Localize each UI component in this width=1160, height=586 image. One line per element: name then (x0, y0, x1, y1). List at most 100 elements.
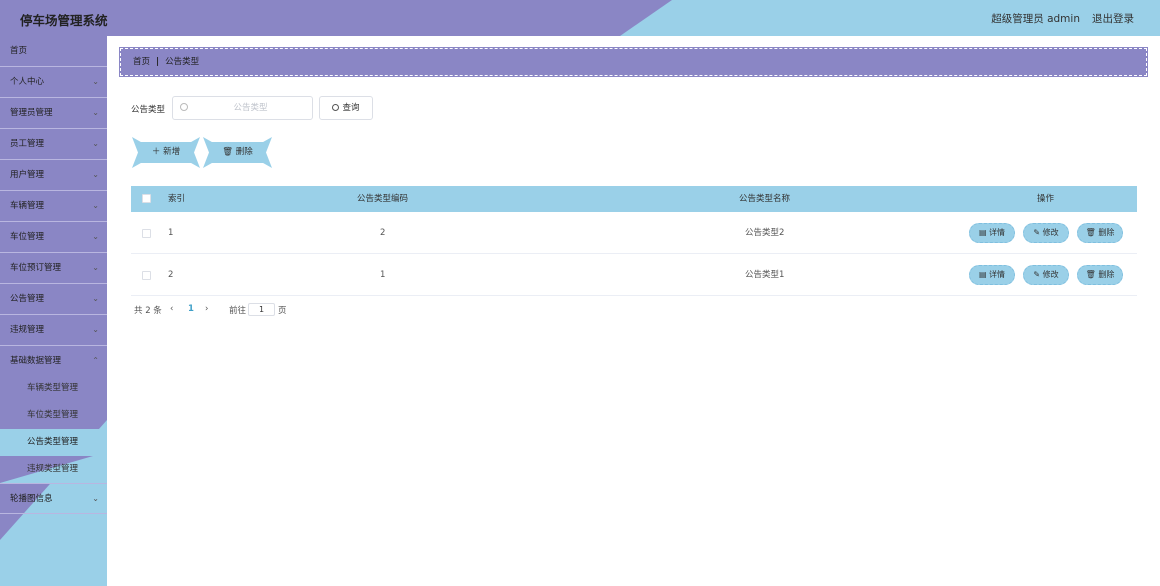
page-suffix: 页 (278, 306, 287, 316)
column-header-actions: 操作 (1037, 194, 1055, 204)
chevron-down-icon: ⌄ (92, 494, 99, 503)
cell-name: 公告类型1 (745, 270, 785, 280)
sidebar-item-label: 轮播图信息 (10, 494, 53, 504)
sidebar-item-reservations[interactable]: 车位预订管理 ⌄ (0, 253, 107, 284)
sidebar-subitem-label: 车辆类型管理 (27, 383, 79, 393)
breadcrumb-separator: | (156, 57, 160, 67)
column-header-code: 公告类型编码 (357, 194, 409, 204)
sidebar-subitem-violation-types[interactable]: 违规类型管理 (0, 456, 107, 483)
select-all-checkbox[interactable] (142, 194, 151, 203)
chevron-down-icon: ⌄ (92, 263, 99, 272)
search-label: 公告类型 (131, 105, 166, 115)
cell-code: 2 (380, 228, 386, 238)
current-page[interactable]: 1 (188, 304, 194, 314)
sidebar-item-label: 个人中心 (10, 77, 45, 87)
sidebar-item-admins[interactable]: 管理员管理 ⌄ (0, 98, 107, 129)
sidebar-subitem-label: 公告类型管理 (27, 437, 79, 447)
cell-index: 2 (168, 270, 174, 280)
edit-button[interactable]: ✎ 修改 (1023, 265, 1069, 285)
sidebar: 首页 个人中心 ⌄ 管理员管理 ⌄ 员工管理 ⌄ 用户管理 ⌄ 车辆管理 ⌄ 车位管理 ⌄ … (0, 36, 107, 586)
sidebar-subitem-label: 违规类型管理 (27, 464, 79, 474)
sidebar-subitem-label: 车位类型管理 (27, 410, 79, 420)
edit-button-label: 修改 (1042, 270, 1059, 279)
breadcrumb: 首页 | 公告类型 (119, 47, 1148, 77)
delete-button[interactable]: 🗑 删除 (211, 142, 264, 163)
detail-button-label: 详情 (989, 228, 1006, 237)
goto-page-input[interactable] (248, 303, 275, 316)
row-checkbox[interactable] (142, 271, 151, 280)
sidebar-item-spaces[interactable]: 车位管理 ⌄ (0, 222, 107, 253)
chevron-down-icon: ⌄ (92, 325, 99, 334)
sidebar-subitem-space-types[interactable]: 车位类型管理 (0, 402, 107, 429)
sidebar-item-home[interactable]: 首页 (0, 36, 107, 67)
cell-index: 1 (168, 228, 174, 238)
pagination-total: 共 2 条 (134, 306, 162, 316)
delete-button-label: 删除 (235, 147, 253, 157)
row-delete-button-label: 删除 (1098, 228, 1115, 237)
next-page-icon[interactable]: › (205, 304, 208, 314)
trash-icon: 🗑 (1085, 270, 1096, 279)
logout-link[interactable]: 退出登录 (1092, 11, 1134, 26)
search-icon (180, 103, 188, 111)
sidebar-item-violations[interactable]: 违规管理 ⌄ (0, 315, 107, 346)
current-user: 超级管理员 admin (991, 13, 1080, 25)
sidebar-item-label: 用户管理 (10, 170, 45, 180)
detail-button[interactable]: ▤ 详情 (969, 223, 1015, 243)
chevron-down-icon: ⌄ (92, 77, 99, 86)
sidebar-subitem-vehicle-types[interactable]: 车辆类型管理 (0, 375, 107, 402)
breadcrumb-home[interactable]: 首页 (133, 57, 150, 67)
sidebar-item-announcements[interactable]: 公告管理 ⌄ (0, 284, 107, 315)
chevron-down-icon: ⌄ (92, 294, 99, 303)
search-field[interactable] (172, 96, 313, 120)
pencil-icon: ✎ (1033, 228, 1041, 237)
sidebar-item-label: 车辆管理 (10, 201, 45, 211)
sidebar-item-profile[interactable]: 个人中心 ⌄ (0, 67, 107, 98)
sidebar-item-label: 车位预订管理 (10, 263, 62, 273)
top-header: 停车场管理系统 超级管理员 admin 退出登录 (0, 0, 1160, 36)
cell-name: 公告类型2 (745, 228, 785, 238)
sidebar-subitem-announcement-types[interactable]: 公告类型管理 (0, 429, 107, 456)
prev-page-icon[interactable]: ‹ (170, 304, 173, 314)
query-button[interactable]: 查询 (319, 96, 373, 120)
row-delete-button-label: 删除 (1098, 270, 1115, 279)
sidebar-item-basic-data[interactable]: 基础数据管理 ⌃ (0, 346, 107, 377)
sidebar-item-label: 公告管理 (10, 294, 45, 304)
chevron-down-icon: ⌄ (92, 170, 99, 179)
search-input[interactable] (193, 100, 308, 116)
sidebar-item-label: 首页 (10, 46, 28, 56)
cell-code: 1 (380, 270, 386, 280)
column-header-name: 公告类型名称 (739, 194, 791, 204)
pencil-icon: ✎ (1033, 270, 1041, 279)
sidebar-item-vehicles[interactable]: 车辆管理 ⌄ (0, 191, 107, 222)
table-header: 索引 公告类型编码 公告类型名称 操作 (131, 186, 1137, 212)
table-row: 1 2 公告类型2 ▤ 详情 ✎ 修改 🗑 删除 (131, 212, 1137, 254)
goto-label: 前往 (229, 306, 247, 316)
sidebar-item-staff[interactable]: 员工管理 ⌄ (0, 129, 107, 160)
sidebar-item-label: 基础数据管理 (10, 356, 62, 366)
detail-button[interactable]: ▤ 详情 (969, 265, 1015, 285)
column-header-index: 索引 (168, 194, 186, 204)
sidebar-item-carousel[interactable]: 轮播图信息 ⌄ (0, 483, 107, 514)
detail-button-label: 详情 (989, 270, 1006, 279)
row-delete-button[interactable]: 🗑 删除 (1077, 223, 1123, 243)
row-checkbox[interactable] (142, 229, 151, 238)
sidebar-item-label: 违规管理 (10, 325, 45, 335)
sidebar-item-label: 员工管理 (10, 139, 45, 149)
document-icon: ▤ (978, 270, 987, 279)
document-icon: ▤ (978, 228, 987, 237)
add-button[interactable]: ＋ 新增 (140, 142, 192, 163)
chevron-down-icon: ⌄ (92, 139, 99, 148)
sidebar-item-label: 车位管理 (10, 232, 45, 242)
trash-icon: 🗑 (222, 147, 234, 157)
query-button-label: 查询 (342, 103, 360, 113)
chevron-up-icon: ⌃ (92, 356, 99, 365)
sidebar-item-users[interactable]: 用户管理 ⌄ (0, 160, 107, 191)
chevron-down-icon: ⌄ (92, 232, 99, 241)
edit-button[interactable]: ✎ 修改 (1023, 223, 1069, 243)
row-delete-button[interactable]: 🗑 删除 (1077, 265, 1123, 285)
app-title: 停车场管理系统 (20, 13, 108, 28)
chevron-down-icon: ⌄ (92, 201, 99, 210)
sidebar-item-label: 管理员管理 (10, 108, 53, 118)
trash-icon: 🗑 (1085, 228, 1096, 237)
table-row: 2 1 公告类型1 ▤ 详情 ✎ 修改 🗑 删除 (131, 254, 1137, 296)
